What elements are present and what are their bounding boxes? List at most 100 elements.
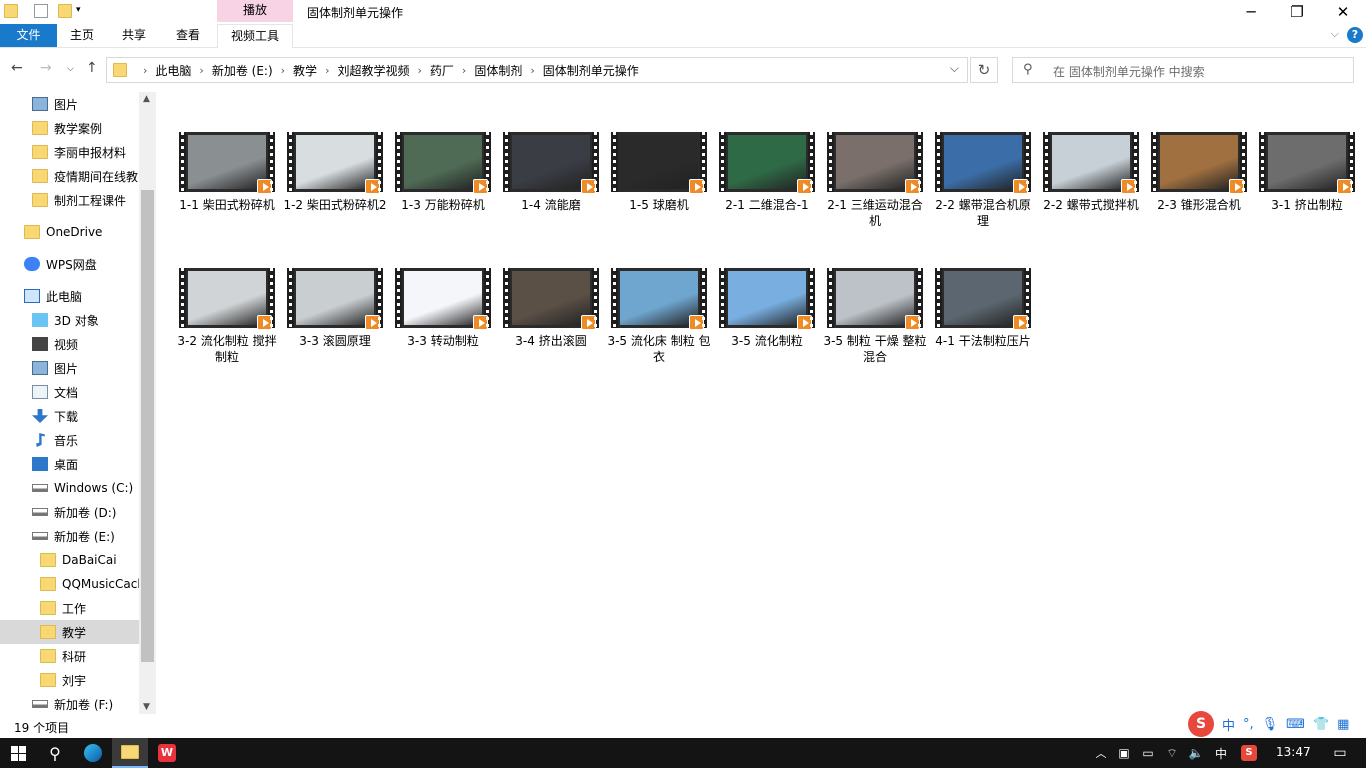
input-language[interactable]: 中 <box>1210 738 1232 768</box>
sidebar-scrollbar[interactable]: ▲ ▼ <box>139 92 156 714</box>
file-item[interactable]: 1-5 球磨机 <box>607 122 711 256</box>
sidebar-item[interactable]: OneDrive <box>24 220 102 244</box>
minimize-button[interactable]: ─ <box>1228 0 1274 24</box>
sogou-tray-icon[interactable]: S <box>1238 738 1260 768</box>
sidebar-item[interactable]: 桌面 <box>32 452 78 476</box>
ime-lang[interactable]: 中 <box>1222 715 1235 734</box>
start-icon[interactable] <box>0 738 36 768</box>
file-item[interactable]: 2-1 二维混合-1 <box>715 122 819 256</box>
file-item[interactable]: 3-3 滚圆原理 <box>283 258 387 392</box>
sidebar-item[interactable]: 图片 <box>32 356 78 380</box>
sidebar-item[interactable]: 工作 <box>40 596 86 620</box>
sidebar-item[interactable]: 制剂工程课件 <box>32 188 126 212</box>
wifi-icon[interactable]: ⌔ <box>1162 738 1182 768</box>
edge-icon[interactable] <box>76 738 110 768</box>
file-item[interactable]: 3-5 流化床 制粒 包衣 <box>607 258 711 392</box>
file-item[interactable]: 3-3 转动制粒 <box>391 258 495 392</box>
keyboard-icon[interactable]: ⌨ <box>1286 717 1305 732</box>
sidebar-item[interactable]: QQMusicCach <box>40 572 145 596</box>
scroll-up-icon[interactable]: ▲ <box>143 94 150 104</box>
sidebar-item[interactable]: 新加卷 (E:) <box>32 524 115 548</box>
breadcrumb-item[interactable]: 此电脑 <box>155 62 191 79</box>
file-item[interactable]: 3-5 流化制粒 <box>715 258 819 392</box>
new-folder-icon[interactable] <box>58 4 72 18</box>
help-icon[interactable]: ? <box>1347 27 1363 43</box>
address-bar[interactable]: › 此电脑 › 新加卷 (E:) › 教学 › 刘超教学视频 › 药厂 › 固体… <box>106 57 968 83</box>
breadcrumb-item[interactable]: 教学 <box>293 62 317 79</box>
skin-icon[interactable]: 👕 <box>1313 717 1329 732</box>
scroll-down-icon[interactable]: ▼ <box>143 702 150 712</box>
volume-icon[interactable]: 🔈 <box>1186 738 1206 768</box>
sidebar-item[interactable]: 此电脑 <box>24 284 82 308</box>
sidebar-item[interactable]: 科研 <box>40 644 86 668</box>
scrollbar-thumb[interactable] <box>141 190 154 662</box>
file-item[interactable]: 3-4 挤出滚圆 <box>499 258 603 392</box>
file-item[interactable]: 3-5 制粒 干燥 整粒 混合 <box>823 258 927 392</box>
sidebar-item[interactable]: 教学 <box>40 620 86 644</box>
tray-app-icon[interactable]: ▣ <box>1114 738 1134 768</box>
sidebar-item[interactable]: Windows (C:) <box>32 476 133 500</box>
sidebar-item[interactable]: 教学案例 <box>32 116 102 140</box>
folder-icon[interactable] <box>4 4 18 18</box>
sidebar-item[interactable]: 李丽申报材料 <box>32 140 126 164</box>
search-box[interactable]: ⚲ 在 固体制剂单元操作 中搜索 <box>1012 57 1354 83</box>
sidebar-item[interactable]: WPS网盘 <box>24 252 97 276</box>
sidebar-item[interactable]: 新加卷 (D:) <box>32 500 116 524</box>
sidebar-item[interactable]: 刘宇 <box>40 668 86 692</box>
show-hidden-icons[interactable]: ︿ <box>1092 738 1110 768</box>
file-item[interactable]: 4-1 干法制粒压片 <box>931 258 1035 392</box>
tab-video-tools[interactable]: 视频工具 <box>217 24 293 48</box>
address-dropdown-icon[interactable]: ⌵ <box>950 61 959 76</box>
breadcrumb-item[interactable]: 新加卷 (E:) <box>212 62 273 79</box>
chevron-right-icon[interactable]: › <box>530 64 534 77</box>
expand-ribbon-icon[interactable]: ⌵ <box>1331 27 1339 41</box>
chevron-right-icon[interactable]: › <box>199 64 203 77</box>
sidebar-item[interactable]: 疫情期间在线教 <box>32 164 138 188</box>
breadcrumb-item[interactable]: 固体制剂单元操作 <box>543 62 639 79</box>
file-item[interactable]: 1-2 柴田式粉碎机2 <box>283 122 387 256</box>
file-item[interactable]: 2-3 锥形混合机 <box>1147 122 1251 256</box>
sidebar-item[interactable]: 文档 <box>32 380 78 404</box>
sogou-logo-icon[interactable]: S <box>1188 711 1214 737</box>
forward-icon[interactable]: → <box>40 60 52 76</box>
tab-share[interactable]: 共享 <box>112 24 156 47</box>
up-icon[interactable]: ↑ <box>86 60 98 76</box>
sidebar-item[interactable]: 新加卷 (F:) <box>32 692 113 716</box>
sidebar-item[interactable]: 音乐 <box>32 428 78 452</box>
tab-home[interactable]: 主页 <box>60 24 104 47</box>
file-explorer-icon[interactable] <box>112 738 148 768</box>
breadcrumb-item[interactable]: 刘超教学视频 <box>337 62 409 79</box>
toolbox-icon[interactable]: ▦ <box>1337 717 1349 732</box>
sidebar-item[interactable]: DaBaiCai <box>40 548 117 572</box>
file-item[interactable]: 2-1 三维运动混合机 <box>823 122 927 256</box>
file-item[interactable]: 1-4 流能磨 <box>499 122 603 256</box>
microphone-icon[interactable]: 🎙 <box>1262 717 1279 732</box>
sidebar-item[interactable]: 图片 <box>32 92 78 116</box>
battery-icon[interactable]: ▭ <box>1138 738 1158 768</box>
sidebar-item[interactable]: 3D 对象 <box>32 308 99 332</box>
file-item[interactable]: 1-3 万能粉碎机 <box>391 122 495 256</box>
breadcrumb-item[interactable]: 固体制剂 <box>474 62 522 79</box>
file-item[interactable]: 3-1 挤出制粒 <box>1255 122 1359 256</box>
tab-file[interactable]: 文件 <box>0 24 57 47</box>
notification-icon[interactable]: ▭ <box>1320 738 1360 768</box>
ime-punct[interactable]: °, <box>1243 717 1254 732</box>
customize-toolbar-icon[interactable]: ▾ <box>76 5 81 15</box>
chevron-right-icon[interactable]: › <box>281 64 285 77</box>
chevron-right-icon[interactable]: › <box>325 64 329 77</box>
chevron-right-icon[interactable]: › <box>417 64 421 77</box>
file-item[interactable]: 3-2 流化制粒 搅拌制粒 <box>175 258 279 392</box>
tab-view[interactable]: 查看 <box>166 24 210 47</box>
breadcrumb-item[interactable]: 药厂 <box>430 62 454 79</box>
sidebar-item[interactable]: 视频 <box>32 332 78 356</box>
clock[interactable]: 13:47 <box>1276 745 1311 759</box>
properties-icon[interactable] <box>34 4 48 18</box>
chevron-right-icon[interactable]: › <box>462 64 466 77</box>
search-icon[interactable]: ⚲ <box>38 738 72 768</box>
maximize-button[interactable]: ❐ <box>1274 0 1320 24</box>
recent-locations-icon[interactable]: ⌵ <box>67 64 74 74</box>
refresh-button[interactable]: ↻ <box>970 57 998 83</box>
wps-icon[interactable]: W <box>150 738 184 768</box>
file-item[interactable]: 2-2 螺带混合机原理 <box>931 122 1035 256</box>
back-icon[interactable]: ← <box>11 60 23 76</box>
